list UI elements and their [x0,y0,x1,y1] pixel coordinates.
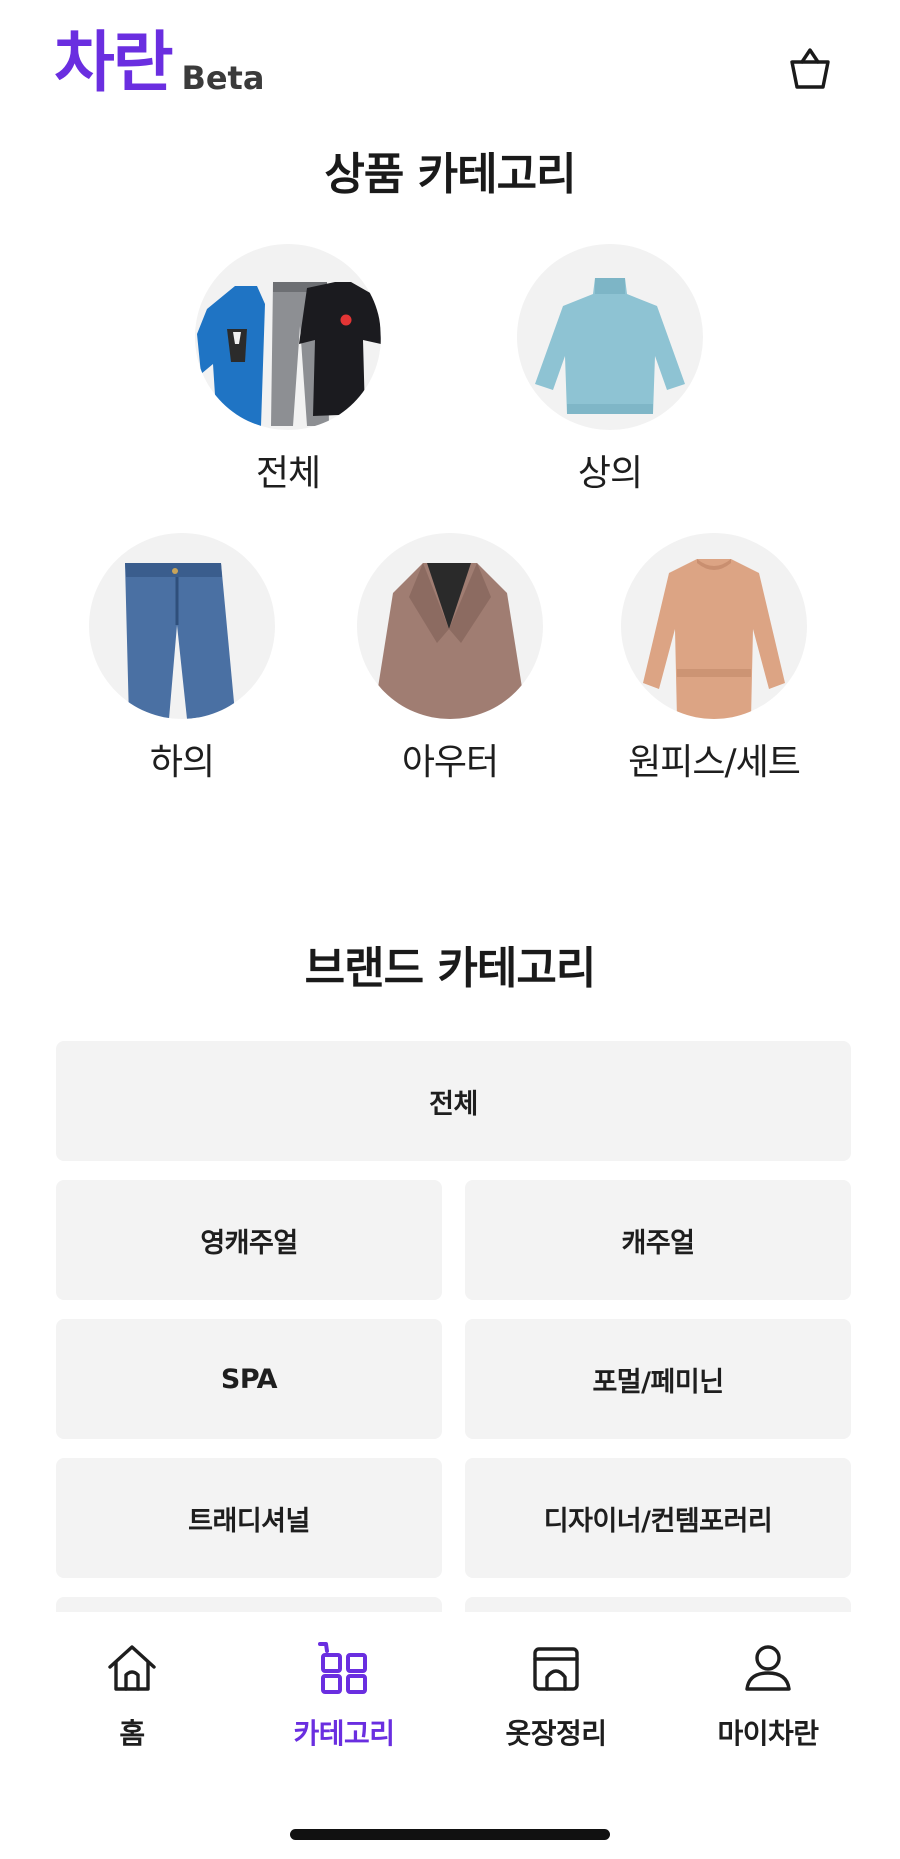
cart-button[interactable] [780,38,840,98]
category-label-onepiece: 원피스/세트 [628,742,801,783]
product-category-title: 상품 카테고리 [324,149,576,200]
shopping-basket-icon [790,48,830,89]
home-icon [100,1636,164,1700]
nav-item-home[interactable]: 홈 [42,1636,222,1752]
category-item-bottom[interactable]: 하의 [72,533,292,785]
nav-label-my: 마이차란 [717,1717,819,1750]
nav-item-category[interactable]: 카테고리 [254,1636,434,1752]
nav-item-my[interactable]: 마이차란 [678,1636,858,1752]
category-item-onepiece[interactable]: 원피스/세트 [604,533,824,785]
home-indicator [290,1829,610,1840]
category-item-outer[interactable]: 아우터 [340,533,560,785]
category-image-top [517,244,703,430]
brand-button-traditional[interactable]: 트래디셔널 [56,1458,442,1578]
category-item-all[interactable]: 전체 [178,244,398,496]
nav-label-closet: 옷장정리 [505,1717,607,1750]
bottom-navigation: 홈 카테고리 옷장정리 마이차란 [0,1612,900,1859]
category-image-bottom [89,533,275,719]
nav-label-category: 카테고리 [293,1717,395,1750]
category-label-bottom: 하의 [149,742,215,783]
category-image-outer [357,533,543,719]
nav-item-closet[interactable]: 옷장정리 [466,1636,646,1752]
app-screen: 차란 Beta 상품 카테고리 전체 상의 하의 아우터 원피스/세트 브랜드 … [0,0,900,1859]
logo-text: 차란 [54,24,173,101]
brand-button-formal-feminine[interactable]: 포멀/페미닌 [465,1319,851,1439]
top-header: 차란 Beta [0,0,900,130]
category-label-outer: 아우터 [401,742,499,783]
category-item-top[interactable]: 상의 [500,244,720,496]
brand-button-designer-contemporary[interactable]: 디자이너/컨템포러리 [465,1458,851,1578]
brand-button-all[interactable]: 전체 [56,1041,851,1161]
category-label-all: 전체 [255,453,321,494]
beta-label: Beta [181,59,265,97]
category-image-all [195,244,381,430]
brand-button-spa[interactable]: SPA [56,1319,442,1439]
category-grid-icon [312,1636,376,1700]
closet-box-icon [524,1636,588,1700]
app-logo[interactable]: 차란 Beta [54,30,264,96]
brand-button-young-casual[interactable]: 영캐주얼 [56,1180,442,1300]
nav-label-home: 홈 [119,1717,145,1750]
user-icon [736,1636,800,1700]
category-label-top: 상의 [577,453,643,494]
brand-category-title: 브랜드 카테고리 [304,943,597,994]
brand-button-casual[interactable]: 캐주얼 [465,1180,851,1300]
category-image-onepiece [621,533,807,719]
